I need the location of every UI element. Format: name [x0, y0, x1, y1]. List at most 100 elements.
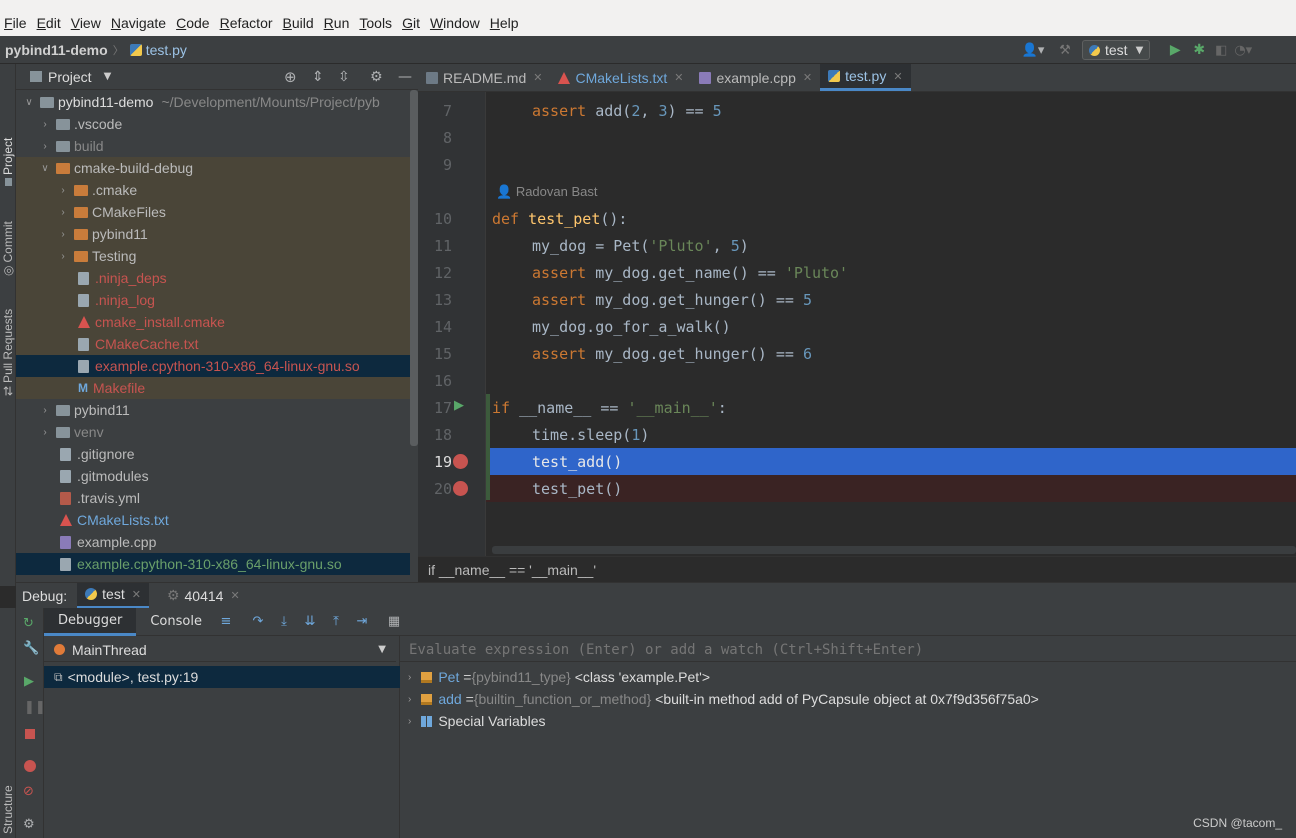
chevron-right-icon[interactable]: › — [40, 119, 50, 130]
tab-cmakelists[interactable]: CMakeLists.txt ✕ — [550, 64, 691, 91]
tree-item[interactable]: ∨ pybind11-demo ~/Development/Mounts/Proje… — [16, 91, 418, 113]
menu-code[interactable]: Code — [172, 15, 213, 31]
evaluate-table-icon[interactable]: ▦ — [384, 614, 404, 629]
run-config-dropdown[interactable]: test ▼ — [1082, 40, 1151, 60]
rerun-icon[interactable]: ↻ — [23, 616, 34, 631]
run-icon[interactable]: ▶ — [1164, 42, 1186, 58]
pull-requests-tool-window-label[interactable]: ⇄Pull Requests — [1, 309, 15, 396]
project-scrollbar[interactable] — [410, 90, 418, 446]
structure-tool-window-label[interactable]: Structure — [1, 785, 15, 834]
tree-item[interactable]: example.cpython-310-x86_64-linux-gnu.so — [16, 355, 418, 377]
stack-frame-row[interactable]: ⧉ <module>, test.py:19 — [44, 666, 400, 688]
tree-item[interactable]: › venv — [16, 421, 418, 443]
thread-selector[interactable]: MainThread ▼ — [44, 638, 396, 662]
variable-row[interactable]: › Special Variables — [400, 710, 545, 732]
close-icon[interactable]: ✕ — [803, 71, 812, 84]
tree-item[interactable]: cmake_install.cmake — [16, 311, 418, 333]
close-icon[interactable]: ✕ — [230, 589, 239, 602]
profile-icon[interactable]: ◔▾ — [1232, 43, 1254, 58]
evaluate-expression-input[interactable] — [400, 638, 1296, 662]
menu-tools[interactable]: Tools — [355, 15, 396, 31]
project-panel-title[interactable]: Project — [48, 69, 92, 85]
debug-bug-icon[interactable]: ✱ — [1188, 42, 1210, 58]
tree-item[interactable]: CMakeLists.txt — [16, 509, 418, 531]
code-editor[interactable]: 7 assert add(2, 3) == 5 8 9 👤 Radovan Ba… — [418, 92, 1296, 556]
chevron-right-icon[interactable]: › — [408, 672, 411, 683]
tree-item[interactable]: › pybind11 — [16, 399, 418, 421]
breadcrumb-file[interactable]: test.py — [146, 42, 187, 58]
close-icon[interactable]: ✕ — [893, 70, 902, 83]
menu-run[interactable]: Run — [320, 15, 354, 31]
hide-panel-icon[interactable]: — — [398, 69, 412, 85]
variable-row[interactable]: › Pet = {pybind11_type} <class 'example.… — [400, 666, 710, 688]
tab-example-cpp[interactable]: example.cpp ✕ — [691, 64, 820, 91]
menu-window[interactable]: Window — [426, 15, 484, 31]
tree-item[interactable]: .ninja_deps — [16, 267, 418, 289]
menu-edit[interactable]: Edit — [33, 15, 65, 31]
breakpoint-icon[interactable] — [453, 481, 468, 496]
frames-menu-icon[interactable]: ≡ — [216, 614, 236, 629]
gear-icon[interactable]: ⚙ — [370, 69, 383, 85]
collapse-all-icon[interactable]: ⇳ — [338, 69, 350, 85]
chevron-down-icon[interactable]: ∨ — [24, 97, 34, 108]
editor-horizontal-scrollbar[interactable] — [492, 546, 1296, 554]
debug-session-tab-test[interactable]: test ✕ — [77, 582, 149, 609]
debug-session-tab-40414[interactable]: ⚙ 40414 ✕ — [159, 583, 248, 609]
project-tool-window-label[interactable]: Project — [1, 138, 15, 186]
chevron-right-icon[interactable]: › — [40, 141, 50, 152]
wrench-icon[interactable]: 🔧 — [23, 641, 39, 656]
step-out-icon[interactable]: ⤒ — [326, 614, 346, 629]
tree-item[interactable]: › Testing — [16, 245, 418, 267]
menu-navigate[interactable]: Navigate — [107, 15, 170, 31]
menu-view[interactable]: View — [67, 15, 105, 31]
menu-file[interactable]: File — [0, 15, 31, 31]
chevron-right-icon[interactable]: › — [40, 427, 50, 438]
tree-item[interactable]: example.cpython-310-x86_64-linux-gnu.so — [16, 553, 418, 575]
chevron-right-icon[interactable]: › — [408, 716, 411, 727]
build-hammer-icon[interactable]: ⚒ — [1054, 43, 1076, 58]
tab-readme[interactable]: README.md ✕ — [418, 64, 550, 91]
chevron-right-icon[interactable]: › — [58, 185, 68, 196]
tree-item[interactable]: › CMakeFiles — [16, 201, 418, 223]
coverage-icon[interactable]: ◧ — [1210, 43, 1232, 58]
chevron-down-icon[interactable]: ▼ — [104, 71, 112, 82]
menu-help[interactable]: Help — [486, 15, 523, 31]
tree-item[interactable]: › .cmake — [16, 179, 418, 201]
menu-refactor[interactable]: Refactor — [216, 15, 277, 31]
close-icon[interactable]: ✕ — [674, 71, 683, 84]
locate-target-icon[interactable]: ⊕ — [284, 68, 297, 86]
chevron-down-icon[interactable]: ∨ — [40, 163, 50, 174]
chevron-right-icon[interactable]: › — [58, 251, 68, 262]
step-into-icon[interactable]: ⤓ — [274, 614, 294, 629]
menu-build[interactable]: Build — [279, 15, 318, 31]
step-into-my-code-icon[interactable]: ⇊ — [300, 614, 320, 629]
gear-icon[interactable]: ⚙ — [23, 817, 35, 832]
mute-breakpoints-icon[interactable]: ⊘ — [23, 784, 34, 799]
user-icon[interactable]: 👤▾ — [1020, 43, 1046, 58]
tree-item[interactable]: M Makefile — [16, 377, 418, 399]
run-to-cursor-icon[interactable]: ⇥ — [352, 614, 372, 629]
breadcrumb-project[interactable]: pybind11-demo — [5, 42, 108, 58]
tab-test-py[interactable]: test.py ✕ — [820, 64, 911, 91]
tree-item[interactable]: › .vscode — [16, 113, 418, 135]
tab-debugger[interactable]: Debugger — [44, 607, 137, 636]
close-icon[interactable]: ✕ — [132, 588, 141, 601]
pause-icon[interactable]: ❚❚ — [24, 700, 46, 715]
tab-console[interactable]: Console — [136, 608, 216, 636]
resume-icon[interactable]: ▶ — [24, 674, 34, 689]
chevron-right-icon[interactable]: › — [58, 207, 68, 218]
chevron-right-icon[interactable]: › — [40, 405, 50, 416]
view-breakpoints-icon[interactable] — [24, 760, 36, 772]
breadcrumb-scope[interactable]: if __name__ == '__main__' — [428, 562, 596, 578]
tree-item[interactable]: .gitmodules — [16, 465, 418, 487]
tree-item[interactable]: › pybind11 — [16, 223, 418, 245]
stop-icon[interactable] — [25, 729, 35, 739]
menu-git[interactable]: Git — [398, 15, 424, 31]
run-gutter-icon[interactable]: ▶ — [454, 398, 464, 413]
step-over-icon[interactable]: ↷ — [248, 614, 268, 629]
tree-item[interactable]: ∨ cmake-build-debug — [16, 157, 418, 179]
tree-item[interactable]: .ninja_log — [16, 289, 418, 311]
tree-item[interactable]: .travis.yml — [16, 487, 418, 509]
tree-item[interactable]: .gitignore — [16, 443, 418, 465]
tree-item[interactable]: › build — [16, 135, 418, 157]
